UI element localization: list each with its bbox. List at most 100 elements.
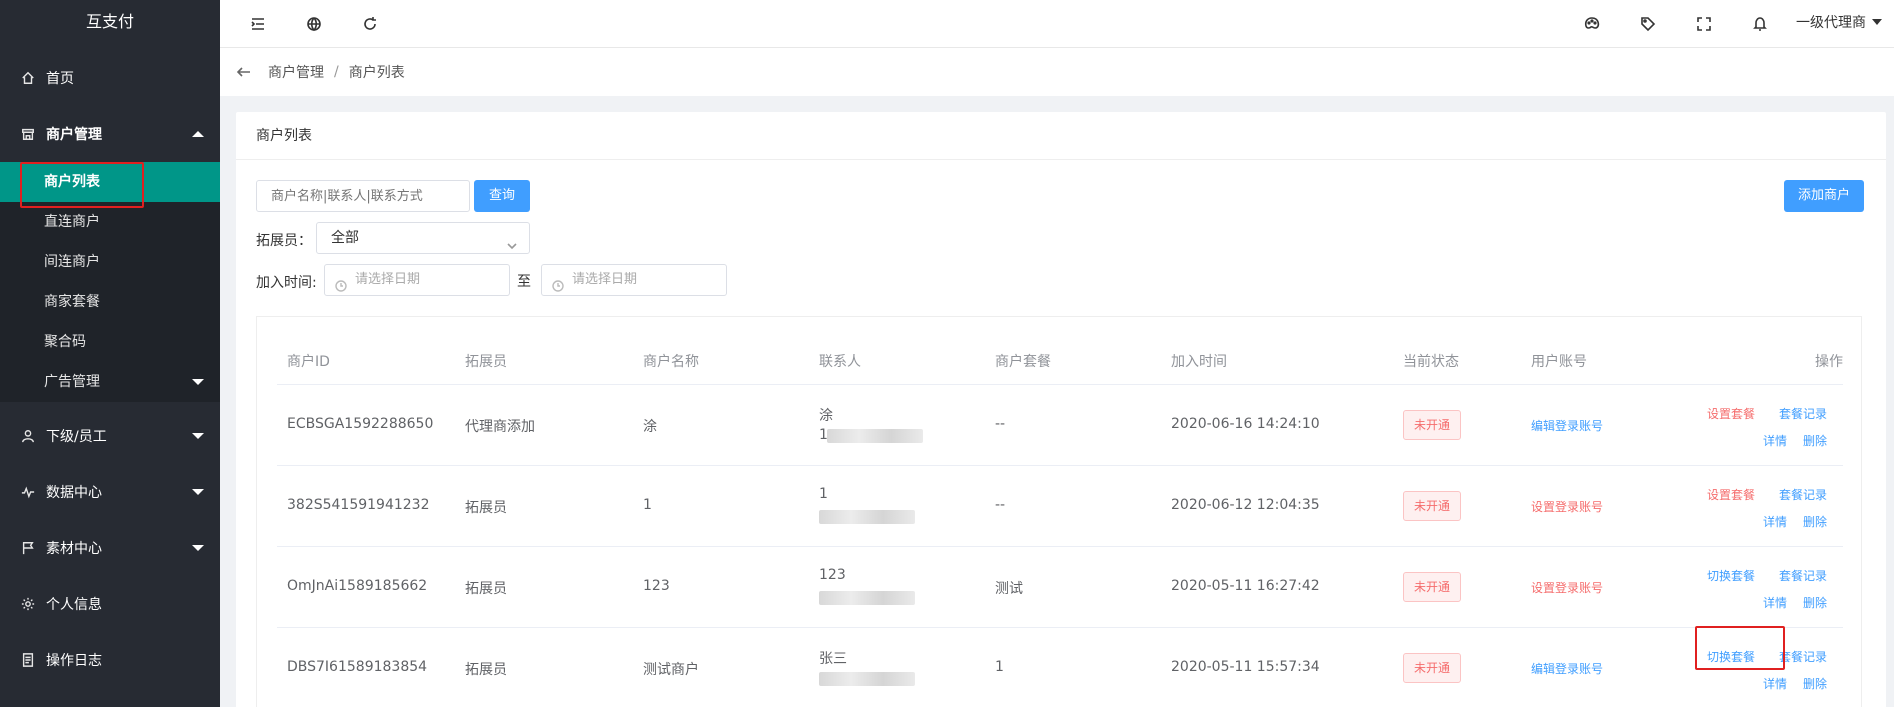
sidebar-item-personal-info[interactable]: 个人信息 — [0, 576, 220, 632]
sidebar-item-merchant-package[interactable]: 商家套餐 — [0, 282, 220, 322]
sidebar-item-operation-log[interactable]: 操作日志 — [0, 632, 220, 688]
chevron-down-icon — [507, 232, 517, 250]
delete-link[interactable]: 删除 — [1803, 432, 1827, 449]
delete-link[interactable]: 删除 — [1803, 513, 1827, 530]
sidebar-item-direct-merchant[interactable]: 直连商户 — [0, 202, 220, 242]
set-login-account-link[interactable]: 设置登录账号 — [1531, 498, 1603, 515]
caret-down-icon — [192, 489, 204, 495]
brand-logo: 互支付 — [85, 12, 134, 31]
sidebar-item-ad-management[interactable]: 广告管理 — [0, 362, 220, 402]
column-header: 操作 — [1815, 354, 1843, 370]
status-badge: 未开通 — [1403, 410, 1461, 440]
merchant-id: DBS7I61589183854 — [287, 659, 428, 675]
sidebar-item-label: 广告管理 — [44, 374, 100, 390]
package-records-link[interactable]: 套餐记录 — [1779, 486, 1827, 503]
sidebar-item-merchant-management[interactable]: 商户管理 — [0, 106, 220, 162]
contact-name: 张三 — [819, 651, 847, 667]
tag-icon[interactable] — [1636, 12, 1660, 36]
expander: 代理商添加 — [465, 419, 535, 435]
package: -- — [995, 497, 1006, 513]
breadcrumb-item-merchant-management[interactable]: 商户管理 — [268, 62, 324, 82]
sidebar-item-label: 下级/员工 — [46, 429, 107, 445]
expander-select[interactable]: 全部 — [316, 222, 530, 254]
set-package-link[interactable]: 设置套餐 — [1707, 486, 1755, 503]
sidebar-item-merchant-list[interactable]: 商户列表 — [0, 162, 220, 202]
set-login-account-link[interactable]: 设置登录账号 — [1531, 579, 1603, 596]
fullscreen-icon[interactable] — [1692, 12, 1716, 36]
table-row: OmJnAi1589185662 拓展员 123 123 测试 2020-05-… — [277, 547, 1843, 628]
globe-icon[interactable] — [302, 12, 326, 36]
user-icon — [20, 428, 36, 444]
start-date-picker[interactable]: 请选择日期 — [324, 264, 510, 296]
caret-down-icon — [192, 379, 204, 385]
switch-package-link[interactable]: 切换套餐 — [1707, 567, 1755, 584]
search-button[interactable]: 查询 — [474, 180, 530, 212]
package-records-link[interactable]: 套餐记录 — [1779, 648, 1827, 665]
sidebar-item-aggregate-code[interactable]: 聚合码 — [0, 322, 220, 362]
menu-fold-icon[interactable] — [246, 12, 270, 36]
edit-login-account-link[interactable]: 编辑登录账号 — [1531, 660, 1603, 677]
sidebar-item-data-center[interactable]: 数据中心 — [0, 464, 220, 520]
contact-name: 涂 — [819, 408, 833, 424]
sidebar-item-material-center[interactable]: 素材中心 — [0, 520, 220, 576]
sidebar-item-label: 首页 — [46, 71, 74, 87]
join-time: 2020-06-12 12:04:35 — [1171, 497, 1320, 513]
delete-link[interactable]: 删除 — [1803, 594, 1827, 611]
join-time-label: 加入时间: — [256, 275, 317, 291]
sidebar-item-home[interactable]: 首页 — [0, 50, 220, 106]
card-title: 商户列表 — [236, 112, 1886, 160]
edit-login-account-link[interactable]: 编辑登录账号 — [1531, 417, 1603, 434]
table-row: DBS7I61589183854 拓展员 测试商户 张三 1 2020-05-1… — [277, 626, 1843, 707]
contact-name: 123 — [819, 567, 846, 583]
sidebar-item-indirect-merchant[interactable]: 间连商户 — [0, 242, 220, 282]
details-link[interactable]: 详情 — [1763, 513, 1787, 530]
column-header: 用户账号 — [1531, 354, 1587, 370]
delete-link[interactable]: 删除 — [1803, 675, 1827, 692]
package: -- — [995, 416, 1006, 432]
details-link[interactable]: 详情 — [1763, 432, 1787, 449]
submenu-merchant: 商户列表 直连商户 间连商户 商家套餐 聚合码 广告管理 — [0, 162, 220, 402]
add-merchant-button[interactable]: 添加商户 — [1784, 180, 1864, 212]
caret-down-icon — [192, 433, 204, 439]
sidebar-item-subordinates[interactable]: 下级/员工 — [0, 408, 220, 464]
document-icon — [20, 652, 36, 668]
caret-down-icon — [1872, 19, 1882, 25]
user-dropdown[interactable]: 一级代理商 — [1796, 12, 1882, 32]
details-link[interactable]: 详情 — [1763, 594, 1787, 611]
back-arrow-icon[interactable] — [236, 62, 256, 82]
merchant-table: 商户ID 拓展员 商户名称 联系人 商户套餐 加入时间 当前状态 用户账号 操作… — [256, 316, 1862, 707]
sidebar-item-label: 操作日志 — [46, 653, 102, 669]
column-header: 拓展员 — [465, 354, 507, 370]
table-header-row: 商户ID 拓展员 商户名称 联系人 商户套餐 加入时间 当前状态 用户账号 操作 — [277, 317, 1843, 385]
package-records-link[interactable]: 套餐记录 — [1779, 567, 1827, 584]
clock-icon — [335, 274, 347, 292]
switch-package-link[interactable]: 切换套餐 — [1707, 648, 1755, 665]
merchant-list-card: 商户列表 查询 添加商户 拓展员： 全部 加入时间: 请选择日期 至 请选择日期… — [236, 112, 1886, 707]
refresh-icon[interactable] — [358, 12, 382, 36]
status-badge: 未开通 — [1403, 653, 1461, 683]
join-time: 2020-06-16 14:24:10 — [1171, 416, 1320, 432]
package: 1 — [995, 659, 1004, 675]
redacted-phone — [819, 672, 915, 686]
sidebar-item-label: 商户管理 — [46, 127, 102, 143]
column-header: 商户套餐 — [995, 354, 1051, 370]
join-time: 2020-05-11 15:57:34 — [1171, 659, 1320, 675]
details-link[interactable]: 详情 — [1763, 675, 1787, 692]
merchant-id: 382S541591941232 — [287, 497, 430, 513]
end-date-picker[interactable]: 请选择日期 — [541, 264, 727, 296]
expander: 拓展员 — [465, 662, 507, 678]
date-range-to: 至 — [517, 274, 531, 290]
bell-icon[interactable] — [1748, 12, 1772, 36]
flag-icon — [20, 540, 36, 556]
merchant-name: 123 — [643, 578, 670, 594]
column-header: 当前状态 — [1403, 354, 1459, 370]
table-row: 382S541591941232 拓展员 1 1 -- 2020-06-12 1… — [277, 466, 1843, 547]
palette-icon[interactable] — [1580, 12, 1604, 36]
package-records-link[interactable]: 套餐记录 — [1779, 405, 1827, 422]
breadcrumb-item-merchant-list: 商户列表 — [348, 65, 405, 81]
set-package-link[interactable]: 设置套餐 — [1707, 405, 1755, 422]
user-role-label: 一级代理商 — [1796, 15, 1866, 31]
redacted-phone — [827, 429, 923, 443]
column-header: 商户名称 — [643, 354, 699, 370]
search-input[interactable] — [256, 180, 470, 212]
